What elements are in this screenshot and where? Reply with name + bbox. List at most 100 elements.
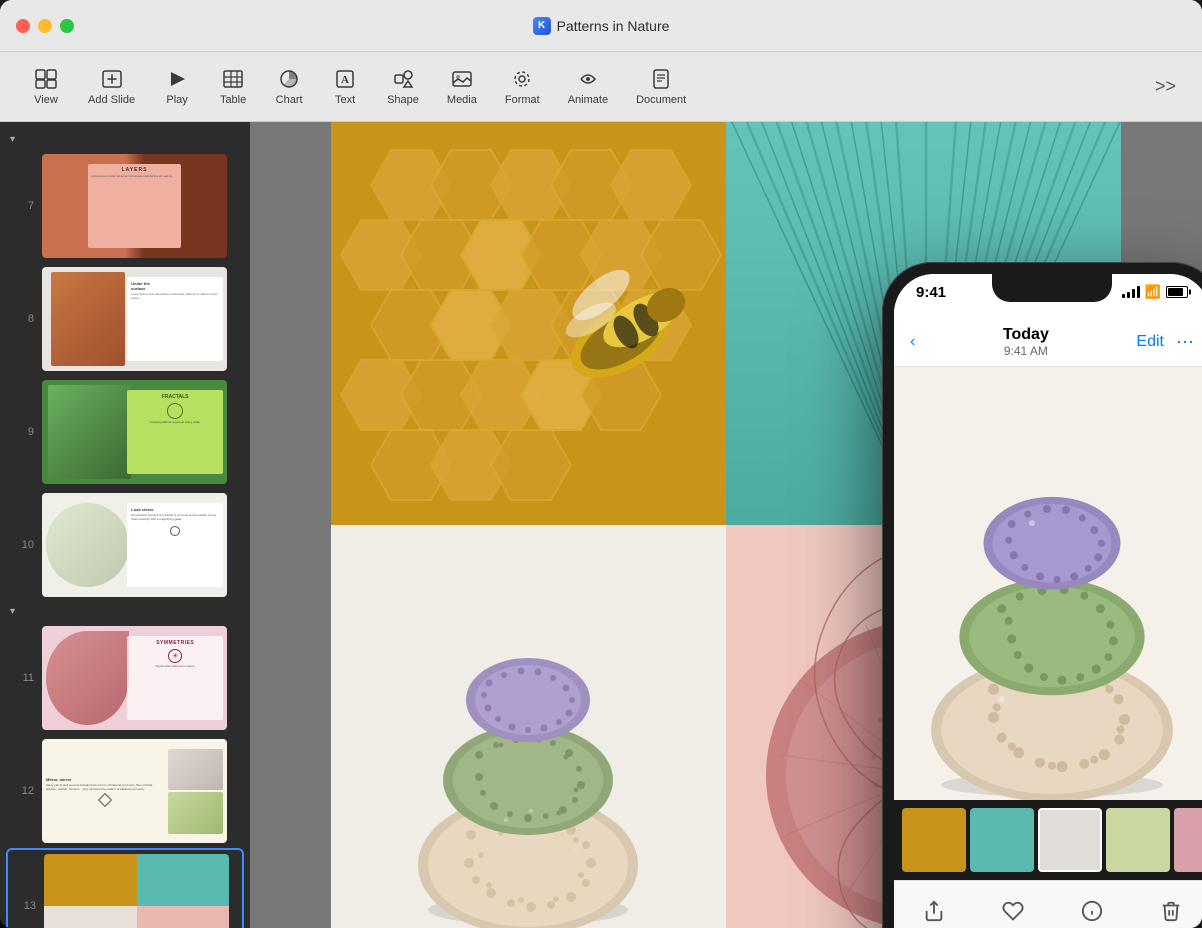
- slide-item-8[interactable]: 8 Under thesurface Lorem ipsum text desc…: [6, 263, 244, 375]
- add-slide-button[interactable]: Add Slide: [76, 61, 147, 112]
- share-button[interactable]: [923, 900, 945, 922]
- iphone-nav-bar: ‹ Today 9:41 AM Edit ⋯: [894, 318, 1202, 367]
- add-slide-icon: [101, 67, 123, 91]
- slide-item-11[interactable]: 11 SYMMETRIES ✳ Symmetries abound in nat…: [6, 622, 244, 734]
- slide-number-9: 9: [16, 426, 34, 438]
- slide-number-8: 8: [16, 313, 34, 325]
- chart-label: Chart: [276, 94, 303, 106]
- traffic-lights: [16, 19, 74, 33]
- slide-item-7[interactable]: 7 LAYERS Lorem ipsum dolor sit amet cons…: [6, 150, 244, 262]
- urchins-cell: [331, 525, 726, 928]
- thumb-mini-4[interactable]: [1106, 808, 1170, 872]
- iphone-more-button[interactable]: ⋯: [1176, 332, 1194, 353]
- text-icon: A: [334, 67, 356, 91]
- animate-button[interactable]: Animate: [556, 61, 620, 112]
- iphone-clock: 9:41: [916, 284, 946, 301]
- slide-thumb-12: Mirror, mirror Many plants and several a…: [42, 739, 227, 843]
- format-icon: [511, 67, 533, 91]
- play-icon: [166, 67, 188, 91]
- iphone-mockup: 9:41 📶: [882, 262, 1202, 928]
- table-icon: [222, 67, 244, 91]
- table-label: Table: [220, 94, 246, 106]
- svg-text:A: A: [341, 74, 349, 86]
- thumb-mini-2[interactable]: [970, 808, 1034, 872]
- chart-button[interactable]: Chart: [263, 61, 315, 112]
- chart-icon: [278, 67, 300, 91]
- iphone-date: Today: [1003, 326, 1049, 344]
- format-label: Format: [505, 94, 540, 106]
- window-title: K Patterns in Nature: [533, 17, 670, 35]
- thumb-mini-3-selected[interactable]: [1038, 808, 1102, 872]
- play-label: Play: [166, 94, 187, 106]
- iphone-main-image[interactable]: [894, 367, 1202, 800]
- slide-item-13[interactable]: 13: [6, 848, 244, 928]
- minimize-button[interactable]: [38, 19, 52, 33]
- main-content: ▾ 7 LAYERS Lorem ipsum dolor sit amet co…: [0, 122, 1202, 928]
- add-slide-label: Add Slide: [88, 94, 135, 106]
- info-button[interactable]: [1081, 900, 1103, 922]
- slide-item-9[interactable]: 9 FRACTALS Fractal patterns repeat at ev…: [6, 376, 244, 488]
- slide-item-10[interactable]: 10 Look closer Romanesco broccoli is a f…: [6, 489, 244, 601]
- maximize-button[interactable]: [60, 19, 74, 33]
- shape-icon: [392, 67, 414, 91]
- titlebar: K Patterns in Nature: [0, 0, 1202, 52]
- iphone-screen: 9:41 📶: [894, 274, 1202, 928]
- iphone-edit-button[interactable]: Edit: [1136, 333, 1164, 351]
- slide-item-12[interactable]: 12 Mirror, mirror Many plants and severa…: [6, 735, 244, 847]
- slide-thumb-9: FRACTALS Fractal patterns repeat at ever…: [42, 380, 227, 484]
- text-label: Text: [335, 94, 355, 106]
- iphone-time-sub: 9:41 AM: [1003, 344, 1049, 358]
- close-button[interactable]: [16, 19, 30, 33]
- slide-number-13: 13: [18, 900, 36, 912]
- keynote-window: K Patterns in Nature View: [0, 0, 1202, 928]
- table-button[interactable]: Table: [207, 61, 259, 112]
- slide-number-11: 11: [16, 672, 34, 684]
- slide-group-7[interactable]: ▾: [0, 130, 250, 149]
- media-label: Media: [447, 94, 477, 106]
- iphone-thumbnail-bar: [894, 800, 1202, 880]
- view-button[interactable]: View: [20, 61, 72, 112]
- iphone-back-button[interactable]: ‹: [910, 333, 915, 351]
- iphone-nav-actions: Edit ⋯: [1136, 332, 1194, 353]
- iphone-nav-title: Today 9:41 AM: [1003, 326, 1049, 358]
- slide-panel: ▾ 7 LAYERS Lorem ipsum dolor sit amet co…: [0, 122, 250, 928]
- honeybee-cell: [331, 122, 726, 525]
- play-button[interactable]: Play: [151, 61, 203, 112]
- slide-thumb-7: LAYERS Lorem ipsum dolor sit amet consec…: [42, 154, 227, 258]
- iphone-status-icons: 📶: [1122, 284, 1188, 300]
- slide-number-12: 12: [16, 785, 34, 797]
- media-button[interactable]: Media: [435, 61, 489, 112]
- shape-button[interactable]: Shape: [375, 61, 431, 112]
- canvas-area[interactable]: 9:41 📶: [250, 122, 1202, 928]
- battery-icon: [1166, 286, 1188, 298]
- iphone-action-bar: [894, 880, 1202, 928]
- more-button[interactable]: >>: [1149, 70, 1182, 103]
- document-icon: [650, 67, 672, 91]
- format-button[interactable]: Format: [493, 61, 552, 112]
- iphone-notch: [992, 274, 1112, 302]
- title-text: Patterns in Nature: [557, 18, 670, 34]
- media-icon: [451, 67, 473, 91]
- favorite-button[interactable]: [1002, 900, 1024, 922]
- app-icon: K: [533, 17, 551, 35]
- delete-button[interactable]: [1160, 900, 1182, 922]
- slide-thumb-10: Look closer Romanesco broccoli is a frac…: [42, 493, 227, 597]
- view-icon: [35, 67, 57, 91]
- shape-label: Shape: [387, 94, 419, 106]
- toolbar: View Add Slide Play: [0, 52, 1202, 122]
- slide-thumb-8: Under thesurface Lorem ipsum text descri…: [42, 267, 227, 371]
- animate-label: Animate: [568, 94, 608, 106]
- thumb-mini-1[interactable]: [902, 808, 966, 872]
- text-button[interactable]: A Text: [319, 61, 371, 112]
- back-chevron: ‹: [910, 333, 915, 351]
- slide-thumb-11: SYMMETRIES ✳ Symmetries abound in nature: [42, 626, 227, 730]
- chevron-icon: ▾: [10, 134, 15, 145]
- document-button[interactable]: Document: [624, 61, 698, 112]
- animate-icon: [577, 67, 599, 91]
- slide-thumb-13: [44, 854, 229, 928]
- iphone-device: 9:41 📶: [882, 262, 1202, 928]
- slide-number-10: 10: [16, 539, 34, 551]
- wifi-icon: 📶: [1145, 284, 1161, 300]
- thumb-mini-5[interactable]: [1174, 808, 1202, 872]
- slide-group-11[interactable]: ▾: [0, 602, 250, 621]
